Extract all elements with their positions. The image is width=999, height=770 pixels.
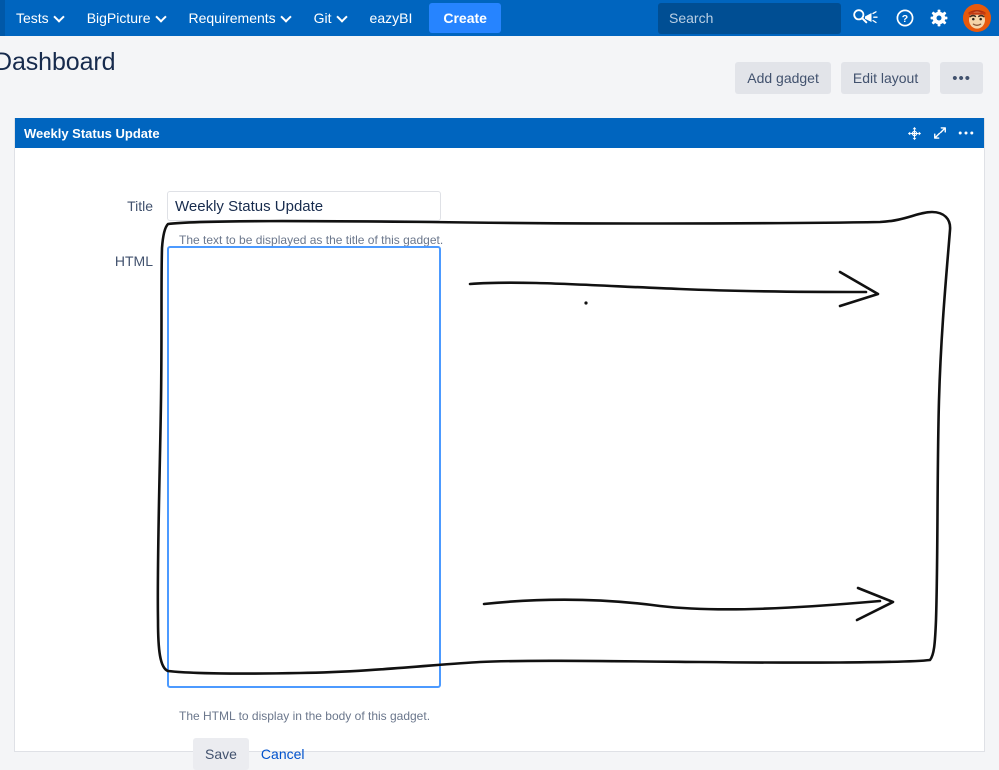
help-icon[interactable]: ? xyxy=(889,2,921,34)
chevron-down-icon xyxy=(157,13,167,23)
save-button[interactable]: Save xyxy=(193,738,249,770)
page-title: Dashboard xyxy=(0,48,116,76)
nav-item-label: Git xyxy=(313,10,332,26)
maximize-icon[interactable] xyxy=(932,125,948,141)
title-field-description: The text to be displayed as the title of… xyxy=(179,233,444,247)
title-field-label: Title xyxy=(127,198,153,214)
html-field-row: HTML xyxy=(15,246,441,688)
title-input[interactable] xyxy=(167,191,441,221)
search-box[interactable] xyxy=(658,2,868,34)
page-header-actions: Add gadget Edit layout ••• xyxy=(735,62,983,94)
add-gadget-button[interactable]: Add gadget xyxy=(735,62,831,94)
nav-item-label: Tests xyxy=(16,10,49,26)
gadget-title: Weekly Status Update xyxy=(24,125,160,141)
nav-item-bigpicture[interactable]: BigPicture xyxy=(76,0,178,36)
html-textarea[interactable] xyxy=(167,246,441,688)
svg-text:?: ? xyxy=(902,13,908,25)
dashboard-more-button[interactable]: ••• xyxy=(940,62,983,94)
nav-item-requirements[interactable]: Requirements xyxy=(178,0,303,36)
html-field-label: HTML xyxy=(114,253,153,269)
gadget-container: Weekly Status Update Title Weekly Status… xyxy=(14,118,985,770)
nav-item-label: eazyBI xyxy=(369,10,413,26)
nav-right-group: ? xyxy=(658,0,999,36)
announcements-icon[interactable] xyxy=(855,2,887,34)
nav-item-label: BigPicture xyxy=(86,10,151,26)
settings-icon[interactable] xyxy=(923,2,955,34)
edit-layout-button[interactable]: Edit layout xyxy=(840,62,931,94)
gadget-titlebar-icons xyxy=(906,125,974,141)
top-navigation-bar: Tests BigPicture Requirements Git eazyBI… xyxy=(0,0,999,36)
user-avatar[interactable] xyxy=(963,4,991,32)
move-handle-icon[interactable] xyxy=(906,125,922,141)
nav-item-label: Requirements xyxy=(188,10,276,26)
title-field-row: Title xyxy=(15,191,441,221)
gadget-titlebar: Weekly Status Update xyxy=(15,118,984,148)
form-actions: Save Cancel xyxy=(193,738,305,770)
gadget-menu-icon[interactable] xyxy=(958,125,974,141)
create-button[interactable]: Create xyxy=(429,3,501,33)
search-input[interactable] xyxy=(667,9,852,27)
chevron-down-icon xyxy=(282,13,292,23)
nav-item-tests[interactable]: Tests xyxy=(5,0,76,36)
nav-left-group: Tests BigPicture Requirements Git eazyBI… xyxy=(0,0,501,36)
chevron-down-icon xyxy=(338,13,348,23)
page-header: Dashboard Add gadget Edit layout ••• xyxy=(0,36,999,101)
nav-item-eazybi[interactable]: eazyBI xyxy=(359,0,424,36)
cancel-link[interactable]: Cancel xyxy=(261,746,305,762)
chevron-down-icon xyxy=(55,13,65,23)
html-field-description: The HTML to display in the body of this … xyxy=(179,709,431,723)
nav-item-git[interactable]: Git xyxy=(303,0,359,36)
